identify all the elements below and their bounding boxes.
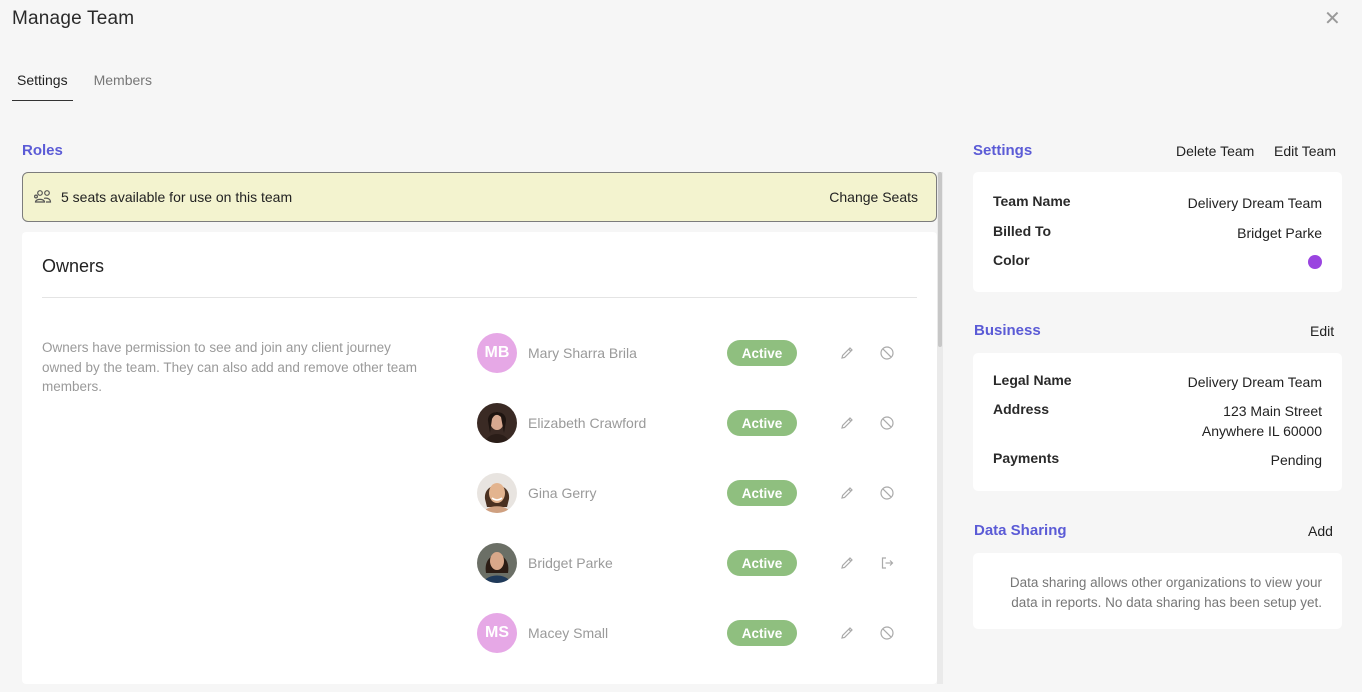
team-icon (33, 189, 53, 205)
avatar (477, 543, 517, 583)
tab-settings[interactable]: Settings (12, 70, 73, 101)
address-row: Address 123 Main Street Anywhere IL 6000… (993, 401, 1322, 441)
data-sharing-heading: Data Sharing (974, 522, 1067, 539)
delete-team-button[interactable]: Delete Team (1176, 143, 1254, 159)
tab-members[interactable]: Members (89, 70, 157, 101)
payments-row: Payments Pending (993, 450, 1322, 470)
block-icon[interactable] (878, 484, 896, 502)
legal-name-value: Delivery Dream Team (1187, 374, 1322, 390)
business-card: Legal Name Delivery Dream Team Address 1… (973, 353, 1342, 491)
team-name-value: Delivery Dream Team (1187, 195, 1322, 211)
member-name: Bridget Parke (528, 555, 613, 571)
billed-to-value: Bridget Parke (1237, 225, 1322, 241)
block-icon[interactable] (878, 624, 896, 642)
avatar: MB (477, 333, 517, 373)
block-icon[interactable] (878, 344, 896, 362)
legal-name-label: Legal Name (993, 372, 1072, 388)
address-line1: 123 Main Street (1223, 403, 1322, 419)
roles-heading: Roles (22, 142, 63, 159)
data-sharing-card: Data sharing allows other organizations … (973, 553, 1342, 629)
add-data-sharing-button[interactable]: Add (1308, 523, 1333, 539)
member-name: Gina Gerry (528, 485, 597, 501)
page-title: Manage Team (12, 8, 135, 29)
payments-value: Pending (1270, 452, 1322, 468)
legal-name-row: Legal Name Delivery Dream Team (993, 372, 1322, 392)
address-value: 123 Main Street Anywhere IL 60000 (1202, 401, 1322, 441)
status-badge: Active (727, 550, 797, 576)
pencil-icon[interactable] (838, 624, 856, 642)
list-item: Gina Gerry Active (477, 473, 917, 513)
status-badge: Active (727, 340, 797, 366)
edit-business-button[interactable]: Edit (1310, 323, 1334, 339)
address-label: Address (993, 401, 1050, 417)
change-seats-button[interactable]: Change Seats (829, 189, 918, 205)
block-icon[interactable] (878, 414, 896, 432)
pencil-icon[interactable] (838, 554, 856, 572)
list-item: MS Macey Small Active (477, 613, 917, 653)
owners-heading: Owners (42, 256, 105, 276)
payments-label: Payments (993, 450, 1060, 466)
list-item: MB Mary Sharra Brila Active (477, 333, 917, 373)
settings-heading: Settings (973, 142, 1033, 159)
list-item: Bridget Parke Active (477, 543, 917, 583)
status-badge: Active (727, 410, 797, 436)
scrollbar[interactable] (937, 172, 943, 684)
billed-to-row: Billed To Bridget Parke (993, 223, 1322, 243)
member-name: Mary Sharra Brila (528, 345, 637, 361)
list-item: Elizabeth Crawford Active (477, 403, 917, 443)
avatar: MS (477, 613, 517, 653)
color-row: Color (993, 252, 1322, 269)
avatar (477, 403, 517, 443)
team-name-row: Team Name Delivery Dream Team (993, 193, 1322, 213)
avatar (477, 473, 517, 513)
member-name: Elizabeth Crawford (528, 415, 647, 431)
member-name: Macey Small (528, 625, 609, 641)
edit-team-button[interactable]: Edit Team (1274, 143, 1336, 159)
color-label: Color (993, 252, 1030, 268)
status-badge: Active (727, 620, 797, 646)
leave-icon[interactable] (878, 554, 896, 572)
settings-card: Team Name Delivery Dream Team Billed To … (973, 172, 1342, 292)
pencil-icon[interactable] (838, 484, 856, 502)
pencil-icon[interactable] (838, 414, 856, 432)
scrollbar-thumb[interactable] (938, 172, 942, 347)
pencil-icon[interactable] (838, 344, 856, 362)
business-heading: Business (974, 322, 1041, 339)
tab-bar: Settings Members (12, 70, 173, 101)
owners-description: Owners have permission to see and join a… (42, 340, 417, 394)
address-line2: Anywhere IL 60000 (1201, 423, 1322, 439)
close-icon[interactable]: ✕ (1324, 9, 1341, 29)
owners-panel: Owners Owners have permission to see and… (22, 232, 937, 684)
data-sharing-text: Data sharing allows other organizations … (1009, 575, 1322, 610)
divider (42, 297, 917, 298)
seats-text: 5 seats available for use on this team (61, 189, 293, 205)
color-swatch (1308, 255, 1322, 269)
seats-banner: 5 seats available for use on this team C… (22, 172, 937, 222)
team-name-label: Team Name (993, 193, 1071, 209)
billed-to-label: Billed To (993, 223, 1052, 239)
status-badge: Active (727, 480, 797, 506)
